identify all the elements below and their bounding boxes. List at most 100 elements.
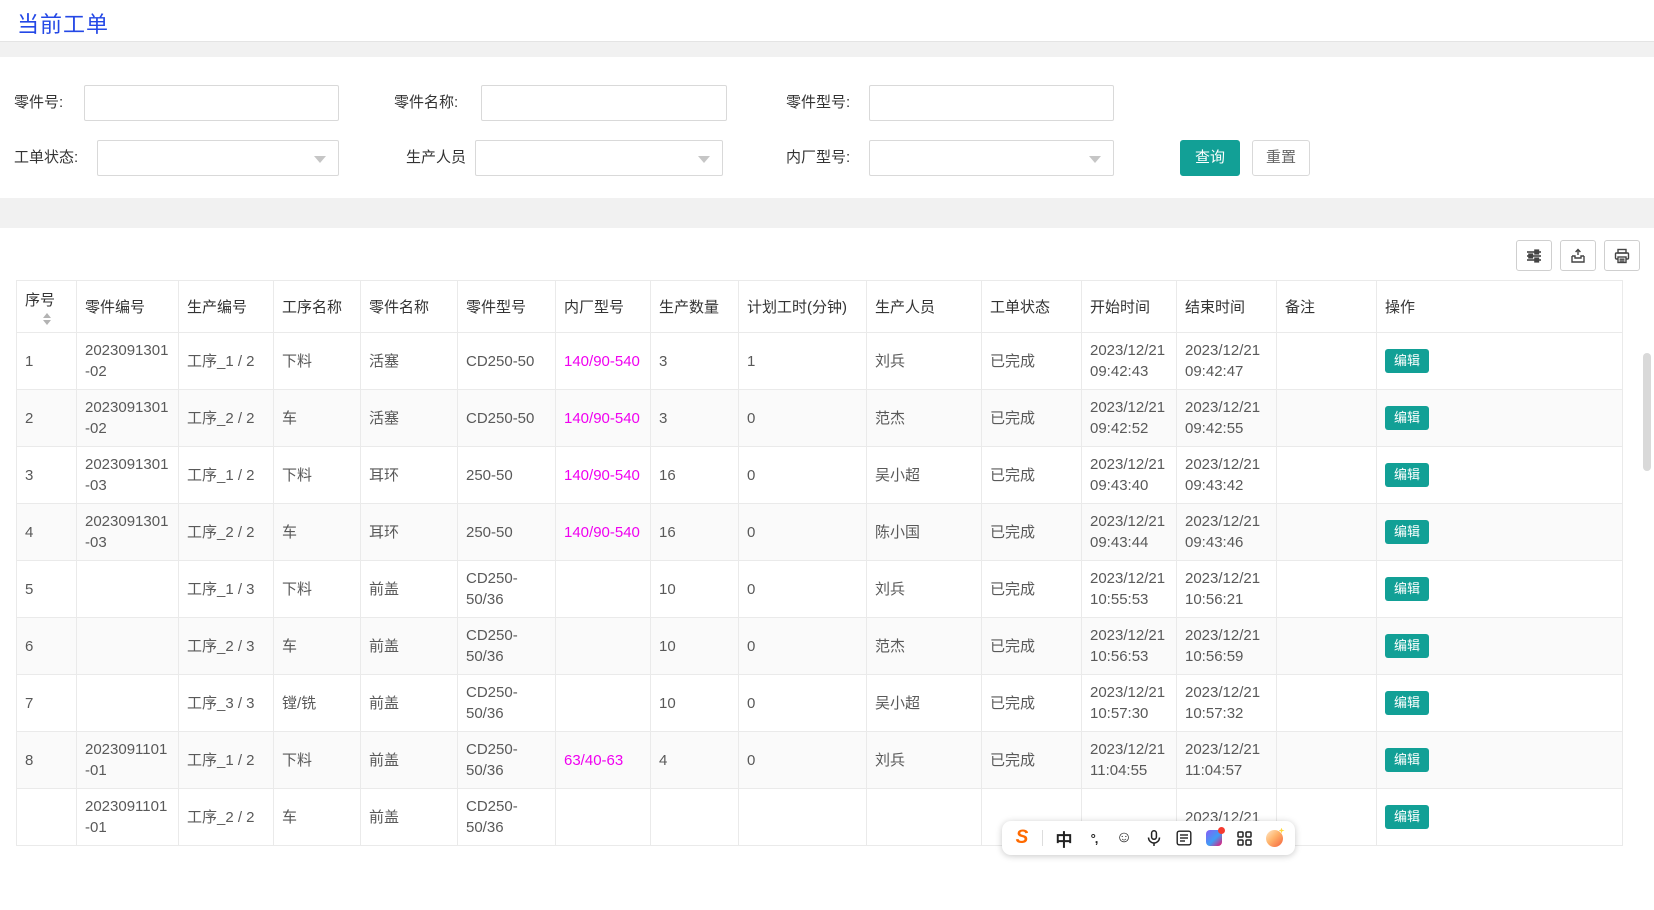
edit-button[interactable]: 编辑 xyxy=(1385,463,1430,487)
factory-model-link[interactable]: 140/90-540 xyxy=(555,332,651,390)
cell: 2023091301-03 xyxy=(76,503,179,561)
cell: CD250-50 xyxy=(457,332,556,390)
edit-button[interactable]: 编辑 xyxy=(1385,349,1430,373)
part-name-label: 零件名称: xyxy=(394,94,459,111)
cell xyxy=(76,674,179,732)
cell: 前盖 xyxy=(360,788,458,846)
cell xyxy=(1276,560,1377,618)
order-status-label: 工单状态: xyxy=(14,149,79,166)
producer-select[interactable] xyxy=(475,140,723,176)
edit-button[interactable]: 编辑 xyxy=(1385,805,1430,829)
column-header-label: 备注 xyxy=(1285,299,1316,316)
print-button[interactable] xyxy=(1604,240,1640,271)
vertical-scrollbar[interactable] xyxy=(1643,353,1651,471)
cell: 2023/12/21 11:04:57 xyxy=(1176,731,1277,789)
cell: 3 xyxy=(650,332,739,390)
column-header-label: 序号 xyxy=(25,291,56,309)
column-header-label: 内厂型号 xyxy=(564,299,625,316)
table-row: 2 2023091301-02 工序_2 / 2 车活塞 CD250-50 140/90-… xyxy=(16,389,1623,447)
cell: CD250-50/36 xyxy=(457,560,556,618)
cell: 车 xyxy=(273,788,361,846)
cell: 2023/12/21 09:43:46 xyxy=(1176,503,1277,561)
table-row: 2023091101-01 工序_2 / 2 车前盖 CD250-50/36 2023/… xyxy=(16,788,1623,846)
cell: 2023/12/21 10:55:53 xyxy=(1081,560,1177,618)
cell: 范杰 xyxy=(866,389,982,447)
table-toolbar xyxy=(1516,240,1640,271)
edit-button[interactable]: 编辑 xyxy=(1385,691,1430,715)
part-model-input[interactable] xyxy=(869,85,1114,121)
cell xyxy=(1276,617,1377,675)
column-header-0[interactable]: 序号 xyxy=(16,280,77,333)
cell: 前盖 xyxy=(360,674,458,732)
edit-button[interactable]: 编辑 xyxy=(1385,634,1430,658)
order-status-select[interactable] xyxy=(97,140,339,176)
chinese-mode-icon[interactable]: 中 xyxy=(1055,828,1073,850)
reset-button[interactable]: 重置 xyxy=(1252,140,1310,176)
cell: 2023/12/21 09:42:52 xyxy=(1081,389,1177,447)
factory-model-link[interactable]: 140/90-540 xyxy=(555,389,651,447)
cell xyxy=(738,788,867,846)
column-header-label: 生产数量 xyxy=(659,299,720,316)
toolbox-icon[interactable] xyxy=(1235,828,1253,848)
operation-cell: 编辑 xyxy=(1376,389,1623,447)
edit-button[interactable]: 编辑 xyxy=(1385,577,1430,601)
factory-model-link[interactable]: 140/90-540 xyxy=(555,503,651,561)
column-header-label: 工单状态 xyxy=(990,299,1051,316)
cell xyxy=(1276,332,1377,390)
column-filter-button[interactable] xyxy=(1516,240,1552,271)
column-header-13: 备注 xyxy=(1276,280,1377,333)
edit-button[interactable]: 编辑 xyxy=(1385,406,1430,430)
cell xyxy=(76,617,179,675)
factory-model-select[interactable] xyxy=(869,140,1114,176)
cell: 2023/12/21 10:57:32 xyxy=(1176,674,1277,732)
cell: 已完成 xyxy=(981,560,1082,618)
sort-icon[interactable] xyxy=(25,312,68,325)
cell: 4 xyxy=(16,503,77,561)
cell: 活塞 xyxy=(360,332,458,390)
microphone-icon[interactable] xyxy=(1145,828,1163,848)
emoji-icon[interactable]: ☺ xyxy=(1115,828,1133,848)
column-header-12: 结束时间 xyxy=(1176,280,1277,333)
table-row: 5 工序_1 / 3 下料 前盖 CD250-50/36 10 0 刘兵 已完成 2023/12/… xyxy=(16,560,1623,618)
operation-cell: 编辑 xyxy=(1376,503,1623,561)
cell: 陈小国 xyxy=(866,503,982,561)
skin-icon[interactable] xyxy=(1205,827,1225,848)
export-icon xyxy=(1571,247,1585,263)
factory-model-link[interactable]: 140/90-540 xyxy=(555,446,651,504)
divider xyxy=(1042,830,1043,846)
cell: 耳环 xyxy=(360,503,458,561)
cell: 已完成 xyxy=(981,731,1082,789)
cell xyxy=(555,560,651,618)
cell: CD250-50/36 xyxy=(457,617,556,675)
cell: 2023/12/21 10:57:30 xyxy=(1081,674,1177,732)
work-order-table: 序号 零件编号 生产编号 工序名称 零件名称 零件型号 内厂型号 生产数量 计划工时(分钟) 生产… xyxy=(16,280,1623,846)
cell: 2023/12/21 09:42:55 xyxy=(1176,389,1277,447)
table-row: 6 工序_2 / 3 车前盖 CD250-50/36 10 0 范杰 已完成 2023/12/2… xyxy=(16,617,1623,675)
column-header-8: 计划工时(分钟) xyxy=(738,280,867,333)
cell: 刘兵 xyxy=(866,560,982,618)
export-button[interactable] xyxy=(1560,240,1596,271)
query-button[interactable]: 查询 xyxy=(1180,140,1240,176)
column-header-4: 零件名称 xyxy=(360,280,458,333)
column-header-6: 内厂型号 xyxy=(555,280,651,333)
cell: 活塞 xyxy=(360,389,458,447)
cell: 0 xyxy=(738,560,867,618)
edit-button[interactable]: 编辑 xyxy=(1385,520,1430,544)
sogou-logo[interactable]: S xyxy=(1014,827,1030,848)
part-name-input[interactable] xyxy=(481,85,727,121)
cell: 吴小超 xyxy=(866,674,982,732)
cell: 2023091301-02 xyxy=(76,332,179,390)
cell xyxy=(16,788,77,846)
punctuation-icon[interactable]: °, xyxy=(1085,828,1103,848)
handwriting-pad-icon[interactable] xyxy=(1175,828,1193,848)
factory-model-link[interactable]: 63/40-63 xyxy=(555,731,651,789)
assistant-icon[interactable] xyxy=(1265,828,1283,848)
column-header-label: 工序名称 xyxy=(282,299,343,316)
part-model-label: 零件型号: xyxy=(786,94,851,111)
cell xyxy=(1276,503,1377,561)
part-no-input[interactable] xyxy=(84,85,339,121)
cell: 下料 xyxy=(273,446,361,504)
cell: 10 xyxy=(650,560,739,618)
edit-button[interactable]: 编辑 xyxy=(1385,748,1430,772)
cell: 2023/12/21 10:56:21 xyxy=(1176,560,1277,618)
